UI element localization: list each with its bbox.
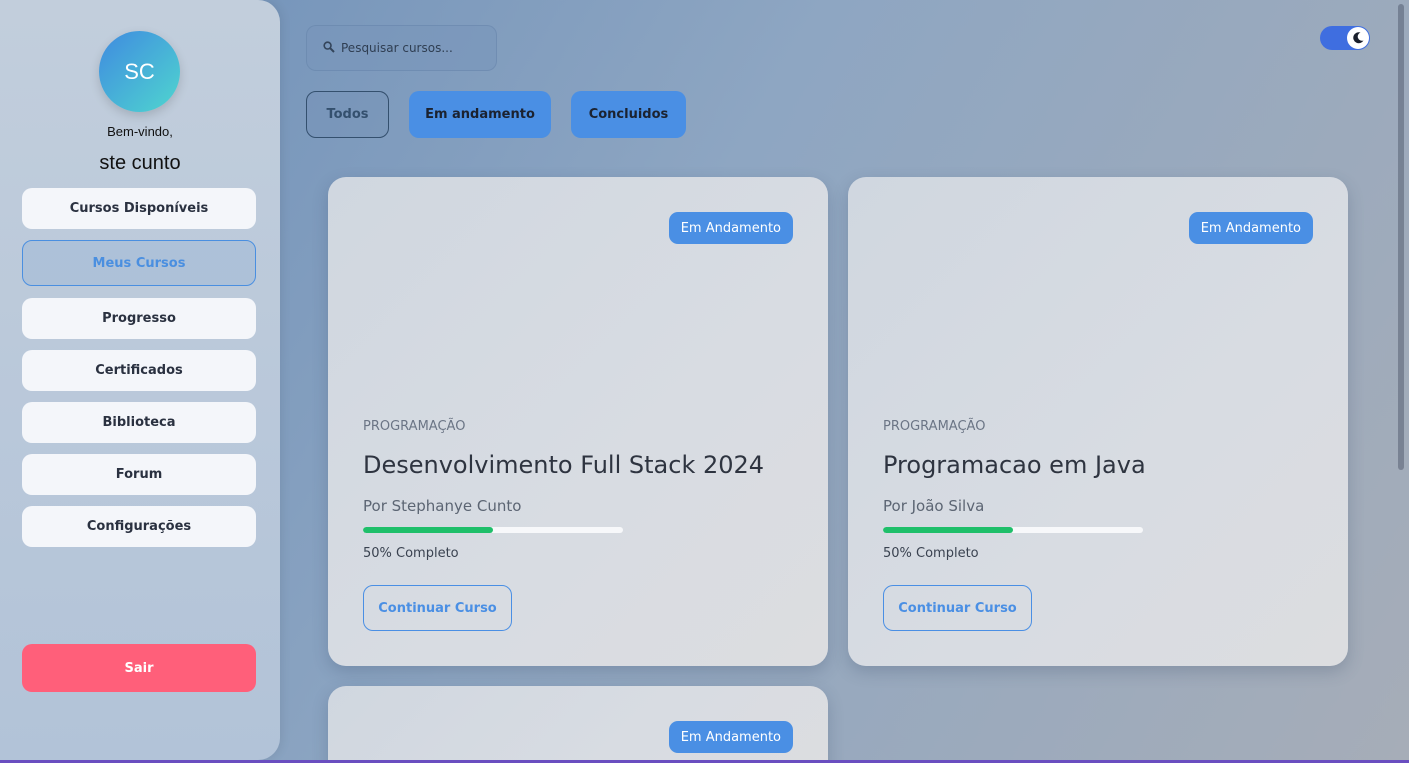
avatar[interactable]: SC bbox=[99, 31, 180, 112]
logout-label: Sair bbox=[124, 660, 154, 676]
avatar-initials: SC bbox=[124, 58, 155, 84]
sidebar-item-meus-cursos[interactable]: Meus Cursos bbox=[22, 240, 256, 286]
sidebar-item-cursos-disponiveis[interactable]: Cursos Disponíveis bbox=[22, 188, 256, 229]
status-badge-label: Em Andamento bbox=[680, 729, 781, 745]
filter-label: Todos bbox=[326, 107, 369, 122]
sidebar-item-configuracoes[interactable]: Configurações bbox=[22, 506, 256, 547]
progress-text: 50% Completo bbox=[883, 546, 979, 561]
sidebar-item-label: Meus Cursos bbox=[92, 255, 186, 271]
course-card: Em Andamento PROGRAMAÇÃO Programacao em … bbox=[848, 177, 1348, 666]
status-badge-label: Em Andamento bbox=[1200, 220, 1301, 236]
sidebar-item-biblioteca[interactable]: Biblioteca bbox=[22, 402, 256, 443]
course-author: Por Stephanye Cunto bbox=[363, 497, 522, 515]
progress-bar bbox=[363, 527, 623, 533]
username: ste cunto bbox=[99, 152, 181, 174]
course-title: Programacao em Java bbox=[883, 451, 1146, 479]
continue-course-label: Continuar Curso bbox=[378, 600, 497, 616]
course-title: Desenvolvimento Full Stack 2024 bbox=[363, 451, 765, 479]
sidebar-item-label: Progresso bbox=[102, 311, 176, 326]
sidebar-item-label: Certificados bbox=[95, 363, 183, 378]
continue-course-label: Continuar Curso bbox=[898, 600, 1017, 616]
course-card: Em Andamento bbox=[328, 686, 828, 763]
sidebar-item-forum[interactable]: Forum bbox=[22, 454, 256, 495]
progress-bar-fill bbox=[363, 527, 493, 533]
scrollbar-thumb[interactable] bbox=[1398, 4, 1404, 470]
sidebar: SC Bem-vindo, ste cunto Cursos Disponíve… bbox=[0, 0, 280, 760]
sidebar-item-progresso[interactable]: Progresso bbox=[22, 298, 256, 339]
welcome-text: Bem-vindo, bbox=[107, 124, 173, 139]
filter-todos-button[interactable]: Todos bbox=[306, 91, 389, 138]
moon-icon bbox=[1347, 27, 1369, 49]
status-badge: Em Andamento bbox=[1188, 212, 1313, 244]
sidebar-item-label: Biblioteca bbox=[102, 415, 176, 430]
continue-course-button[interactable]: Continuar Curso bbox=[883, 585, 1032, 631]
filter-label: Concluidos bbox=[588, 107, 669, 122]
course-author: Por João Silva bbox=[883, 497, 985, 515]
sidebar-item-label: Forum bbox=[115, 467, 163, 482]
search-box[interactable] bbox=[306, 25, 497, 71]
continue-course-button[interactable]: Continuar Curso bbox=[363, 585, 512, 631]
progress-bar bbox=[883, 527, 1143, 533]
sidebar-item-label: Configurações bbox=[86, 519, 192, 534]
filter-label: Em andamento bbox=[425, 107, 535, 122]
course-category: PROGRAMAÇÃO bbox=[883, 419, 986, 434]
course-card: Em Andamento PROGRAMAÇÃO Desenvolvimento… bbox=[328, 177, 828, 666]
status-badge-label: Em Andamento bbox=[680, 220, 781, 236]
filter-em-andamento-button[interactable]: Em andamento bbox=[409, 91, 551, 138]
search-icon bbox=[323, 40, 335, 56]
theme-toggle[interactable] bbox=[1320, 26, 1370, 50]
progress-bar-fill bbox=[883, 527, 1013, 533]
scrollbar[interactable] bbox=[1398, 0, 1404, 758]
logout-button[interactable]: Sair bbox=[22, 644, 256, 692]
status-badge: Em Andamento bbox=[668, 721, 793, 753]
status-badge: Em Andamento bbox=[668, 212, 793, 244]
course-category: PROGRAMAÇÃO bbox=[363, 419, 466, 434]
progress-text: 50% Completo bbox=[363, 546, 459, 561]
sidebar-item-label: Cursos Disponíveis bbox=[69, 201, 209, 216]
search-input[interactable] bbox=[341, 41, 481, 55]
sidebar-item-certificados[interactable]: Certificados bbox=[22, 350, 256, 391]
filter-concluidos-button[interactable]: Concluidos bbox=[571, 91, 686, 138]
